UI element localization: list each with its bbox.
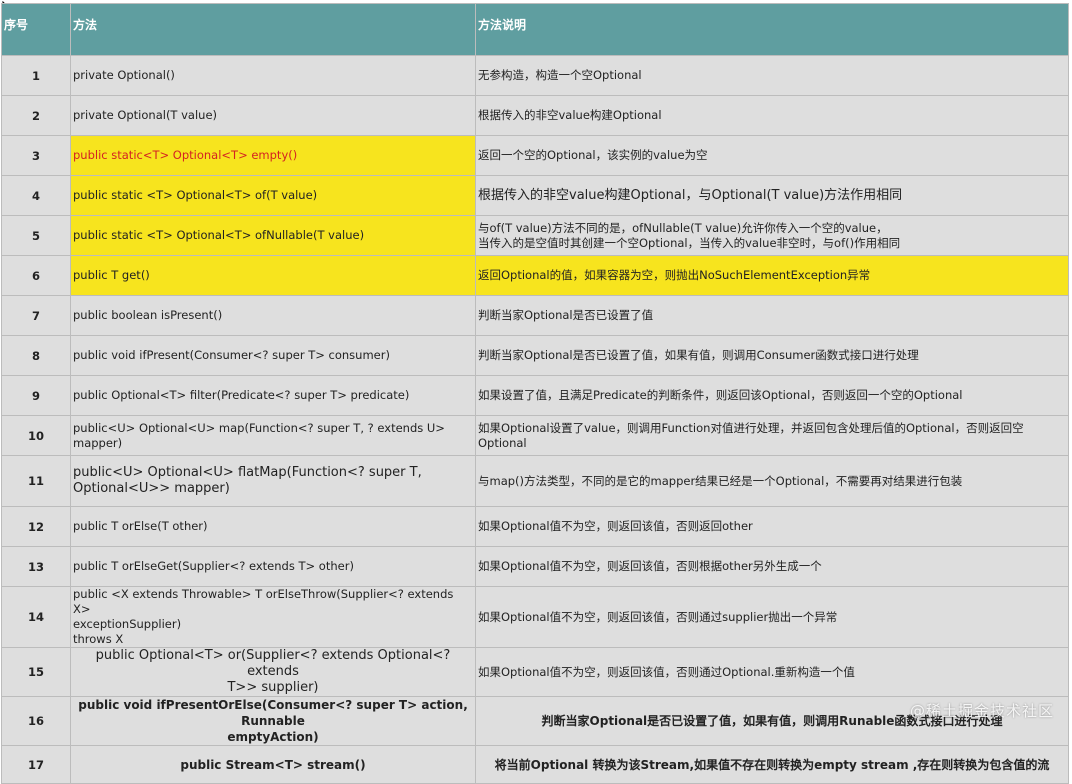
- table-row: 15 public Optional<T> or(Supplier<? exte…: [1, 647, 1069, 697]
- column-header-number: 序号: [1, 3, 71, 56]
- method-signature: public boolean isPresent(): [70, 295, 476, 336]
- row-number: 13: [1, 546, 71, 587]
- method-signature: public Optional<T> or(Supplier<? extends…: [70, 647, 476, 697]
- table-row: 6 public T get() 返回Optional的值，如果容器为空，则抛出…: [1, 255, 1069, 296]
- table-row: 10 public<U> Optional<U> map(Function<? …: [1, 415, 1069, 456]
- row-number: 4: [1, 175, 71, 216]
- method-description: 无参构造，构造一个空Optional: [475, 55, 1069, 96]
- row-number: 2: [1, 95, 71, 136]
- method-signature: public T orElse(T other): [70, 506, 476, 547]
- method-description: 判断当家Optional是否已设置了值: [475, 295, 1069, 336]
- table-row: 17 public Stream<T> stream() 将当前Optional…: [1, 745, 1069, 784]
- method-description: 如果Optional值不为空，则返回该值，否则通过Optional.重新构造一个…: [475, 647, 1069, 697]
- method-signature: public Optional<T> filter(Predicate<? su…: [70, 375, 476, 416]
- optional-methods-table: 序号 方法 方法说明 1 private Optional() 无参构造，构造一…: [1, 3, 1069, 784]
- table-header-row: 序号 方法 方法说明: [1, 3, 1069, 56]
- row-number: 8: [1, 335, 71, 376]
- row-number: 16: [1, 696, 71, 746]
- row-number: 15: [1, 647, 71, 697]
- method-signature: public static<T> Optional<T> empty(): [70, 135, 476, 176]
- watermark: @稀土掘金技术社区: [909, 702, 1054, 720]
- method-description: 将当前Optional 转换为该Stream,如果值不存在则转换为empty s…: [475, 745, 1069, 784]
- row-number: 12: [1, 506, 71, 547]
- table-row: 12 public T orElse(T other) 如果Optional值不…: [1, 506, 1069, 547]
- method-signature: public<U> Optional<U> flatMap(Function<?…: [70, 455, 476, 507]
- row-number: 1: [1, 55, 71, 96]
- row-number: 11: [1, 455, 71, 507]
- method-signature: public <X extends Throwable> T orElseThr…: [70, 586, 476, 648]
- table-row: 5 public static <T> Optional<T> ofNullab…: [1, 215, 1069, 256]
- table-row: 13 public T orElseGet(Supplier<? extends…: [1, 546, 1069, 587]
- column-header-description: 方法说明: [475, 3, 1069, 56]
- method-description: 如果设置了值，且满足Predicate的判断条件，则返回该Optional，否则…: [475, 375, 1069, 416]
- table-row: 4 public static <T> Optional<T> of(T val…: [1, 175, 1069, 216]
- method-description: 如果Optional值不为空，则返回该值，否则通过supplier抛出一个异常: [475, 586, 1069, 648]
- row-number: 14: [1, 586, 71, 648]
- column-header-method: 方法: [70, 3, 476, 56]
- row-number: 9: [1, 375, 71, 416]
- method-description: 如果Optional值不为空，则返回该值，否则根据other另外生成一个: [475, 546, 1069, 587]
- method-description: 返回Optional的值，如果容器为空，则抛出NoSuchElementExce…: [475, 255, 1069, 296]
- method-signature: public static <T> Optional<T> ofNullable…: [70, 215, 476, 256]
- table-row: 14 public <X extends Throwable> T orElse…: [1, 586, 1069, 648]
- table-row: 1 private Optional() 无参构造，构造一个空Optional: [1, 55, 1069, 96]
- method-signature: private Optional(): [70, 55, 476, 96]
- method-signature: private Optional(T value): [70, 95, 476, 136]
- method-signature: public void ifPresentOrElse(Consumer<? s…: [70, 696, 476, 746]
- method-signature: public void ifPresent(Consumer<? super T…: [70, 335, 476, 376]
- table-row: 3 public static<T> Optional<T> empty() 返…: [1, 135, 1069, 176]
- method-description: 与of(T value)方法不同的是，ofNullable(T value)允许…: [475, 215, 1069, 256]
- row-number: 6: [1, 255, 71, 296]
- row-number: 17: [1, 745, 71, 784]
- table-row: 7 public boolean isPresent() 判断当家Optiona…: [1, 295, 1069, 336]
- method-description: 根据传入的非空value构建Optional，与Optional(T value…: [475, 175, 1069, 216]
- method-signature: public Stream<T> stream(): [70, 745, 476, 784]
- table-row: 2 private Optional(T value) 根据传入的非空value…: [1, 95, 1069, 136]
- row-number: 3: [1, 135, 71, 176]
- row-number: 5: [1, 215, 71, 256]
- row-number: 10: [1, 415, 71, 456]
- method-signature: public T orElseGet(Supplier<? extends T>…: [70, 546, 476, 587]
- table-row: 16 public void ifPresentOrElse(Consumer<…: [1, 696, 1069, 746]
- table-row: 8 public void ifPresent(Consumer<? super…: [1, 335, 1069, 376]
- method-signature: public T get(): [70, 255, 476, 296]
- method-description: 返回一个空的Optional，该实例的value为空: [475, 135, 1069, 176]
- method-description: 根据传入的非空value构建Optional: [475, 95, 1069, 136]
- method-signature: public static <T> Optional<T> of(T value…: [70, 175, 476, 216]
- method-description: 与map()方法类型，不同的是它的mapper结果已经是一个Optional，不…: [475, 455, 1069, 507]
- table-row: 11 public<U> Optional<U> flatMap(Functio…: [1, 455, 1069, 507]
- table-row: 9 public Optional<T> filter(Predicate<? …: [1, 375, 1069, 416]
- method-description: 如果Optional值不为空，则返回该值，否则返回other: [475, 506, 1069, 547]
- method-signature: public<U> Optional<U> map(Function<? sup…: [70, 415, 476, 456]
- row-number: 7: [1, 295, 71, 336]
- method-description: 如果Optional设置了value，则调用Function对值进行处理，并返回…: [475, 415, 1069, 456]
- method-description: 判断当家Optional是否已设置了值，如果有值，则调用Consumer函数式接…: [475, 335, 1069, 376]
